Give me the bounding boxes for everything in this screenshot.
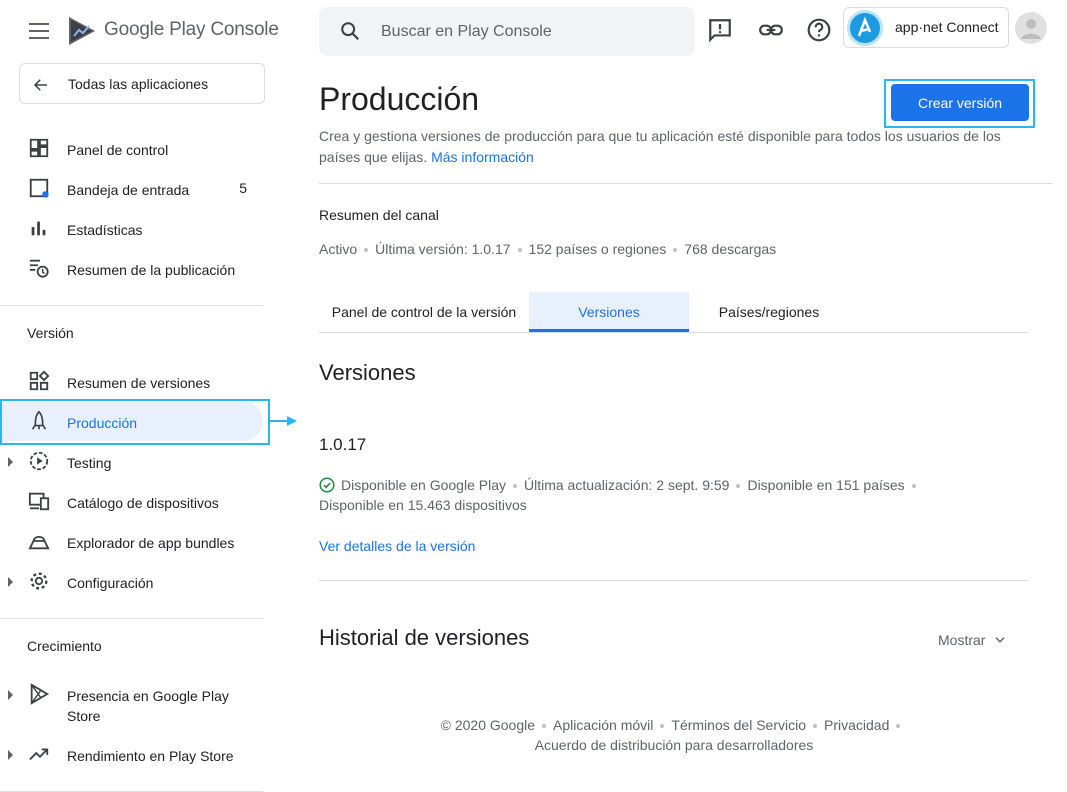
more-info-link[interactable]: Más información (431, 149, 534, 165)
play-console-logo (69, 17, 95, 45)
summary-title: Resumen del canal (319, 207, 439, 223)
footer-distribution-agreement-link[interactable]: Acuerdo de distribución para desarrollad… (535, 737, 814, 753)
sidebar-divider (0, 618, 263, 619)
tab-release-dashboard[interactable]: Panel de control de la versión (319, 292, 529, 332)
sidebar-item-testing[interactable]: Testing (0, 441, 263, 481)
releases-overview-icon (29, 370, 50, 391)
feedback-icon[interactable] (707, 17, 733, 43)
version-details-link[interactable]: Ver detalles de la versión (319, 538, 475, 554)
page-description: Crea y gestiona versiones de producción … (319, 128, 1001, 165)
section-divider (319, 580, 1029, 581)
summary-countries: 152 países o regiones (528, 241, 667, 257)
show-label: Mostrar (938, 632, 986, 648)
sidebar-item-label: Presencia en Google Play Store (67, 688, 229, 724)
sidebar-item-label: Bandeja de entrada (67, 182, 190, 198)
inbox-count-badge: 5 (239, 180, 247, 196)
release-section-header: Versión (27, 325, 74, 341)
sidebar-item-label: Resumen de versiones (67, 375, 211, 391)
version-number: 1.0.17 (319, 435, 367, 454)
sidebar-item-label: Explorador de app bundles (67, 535, 235, 551)
footer-mobile-app-link[interactable]: Aplicación móvil (553, 717, 653, 733)
app-bundle-icon (28, 535, 50, 550)
footer-privacy-link[interactable]: Privacidad (824, 717, 889, 733)
sidebar-item-statistics[interactable]: Estadísticas (0, 208, 263, 248)
sidebar-item-publishing[interactable]: Resumen de la publicación (0, 248, 263, 288)
footer-copyright: © 2020 Google (440, 717, 536, 733)
summary-status: Activo (319, 241, 358, 257)
footer-terms-link[interactable]: Términos del Servicio (671, 717, 806, 733)
sidebar-item-settings[interactable]: Configuración (0, 561, 263, 601)
sidebar-item-device-catalog[interactable]: Catálogo de dispositivos (0, 481, 263, 521)
version-status: Disponible en Google Play Última actualiz… (319, 475, 959, 515)
sidebar-item-app-bundle-explorer[interactable]: Explorador de app bundles (0, 521, 263, 561)
sidebar-item-dashboard[interactable]: Panel de control (0, 128, 263, 168)
sidebar-item-store-presence[interactable]: Presencia en Google Play Store (0, 674, 263, 726)
versions-title: Versiones (319, 360, 416, 385)
inbox-icon (29, 178, 49, 198)
all-apps-label: Todas las aplicaciones (68, 76, 209, 92)
page-title: Producción (319, 81, 480, 117)
create-release-button[interactable]: Crear versión (891, 84, 1029, 121)
account-avatar[interactable] (1015, 12, 1047, 44)
testing-icon (29, 451, 49, 471)
dashboard-icon (29, 138, 49, 158)
sidebar-item-label: Panel de control (67, 142, 169, 158)
arrow-back-icon (33, 79, 47, 91)
highlight-pointer (270, 420, 288, 422)
show-history-button[interactable]: Mostrar (938, 632, 1007, 648)
settings-icon (30, 572, 48, 590)
sidebar-item-label: Catálogo de dispositivos (67, 495, 219, 511)
search-icon (341, 22, 360, 41)
highlight-pointer-arrowhead (287, 416, 297, 426)
expand-caret-icon[interactable] (8, 750, 13, 760)
summary-downloads: 768 descargas (684, 241, 777, 257)
brand-title: Google Play Console (104, 19, 279, 40)
version-devices: Disponible en 15.463 dispositivos (319, 497, 527, 513)
expand-caret-icon[interactable] (8, 457, 13, 467)
sidebar-item-label: Estadísticas (67, 222, 143, 238)
expand-caret-icon[interactable] (8, 690, 13, 700)
all-apps-button[interactable]: Todas las aplicaciones (19, 63, 265, 104)
sidebar-item-label: Resumen de la publicación (67, 262, 236, 278)
sidebar-item-inbox[interactable]: Bandeja de entrada 5 (0, 168, 263, 208)
stats-icon (31, 221, 46, 236)
play-store-icon (30, 683, 50, 705)
sidebar-item-store-performance[interactable]: Rendimiento en Play Store (0, 734, 263, 774)
search-placeholder: Buscar en Play Console (381, 23, 552, 40)
tab-bar: Panel de control de la versión Versiones… (319, 292, 1029, 333)
sidebar-item-label: Rendimiento en Play Store (67, 748, 234, 764)
link-icon[interactable] (758, 17, 784, 43)
menu-icon[interactable] (29, 23, 49, 39)
sidebar-item-label: Testing (67, 455, 112, 471)
history-title: Historial de versiones (319, 625, 530, 650)
tab-releases[interactable]: Versiones (529, 292, 689, 332)
version-availability: Disponible en Google Play (341, 477, 506, 493)
version-updated: Última actualización: 2 sept. 9:59 (524, 477, 730, 493)
trending-icon (29, 748, 49, 761)
check-circle-icon (319, 477, 335, 493)
highlight-frame-production (0, 399, 270, 445)
expand-caret-icon[interactable] (8, 577, 13, 587)
version-countries: Disponible en 151 países (747, 477, 905, 493)
device-catalog-icon (28, 492, 50, 511)
search-bar[interactable]: Buscar en Play Console (319, 7, 695, 56)
tab-countries[interactable]: Países/regiones (689, 292, 849, 332)
summary-latest-version: Última versión: 1.0.17 (375, 241, 511, 257)
footer: © 2020 Google Aplicación móvil Términos de… (319, 715, 1029, 755)
track-summary: Activo Última versión: 1.0.17 152 países o… (319, 241, 776, 257)
header-divider (319, 183, 1053, 184)
sidebar-item-releases-overview[interactable]: Resumen de versiones (0, 361, 263, 401)
publishing-icon (29, 259, 49, 278)
app-logo-icon (847, 10, 883, 46)
sidebar-divider (0, 305, 263, 306)
account-name: app·net Connect (895, 19, 999, 35)
sidebar-item-label: Configuración (67, 575, 154, 591)
account-switcher[interactable]: app·net Connect (843, 7, 1009, 48)
help-icon[interactable] (806, 17, 832, 43)
growth-section-header: Crecimiento (27, 638, 102, 654)
chevron-down-icon (995, 637, 1006, 643)
